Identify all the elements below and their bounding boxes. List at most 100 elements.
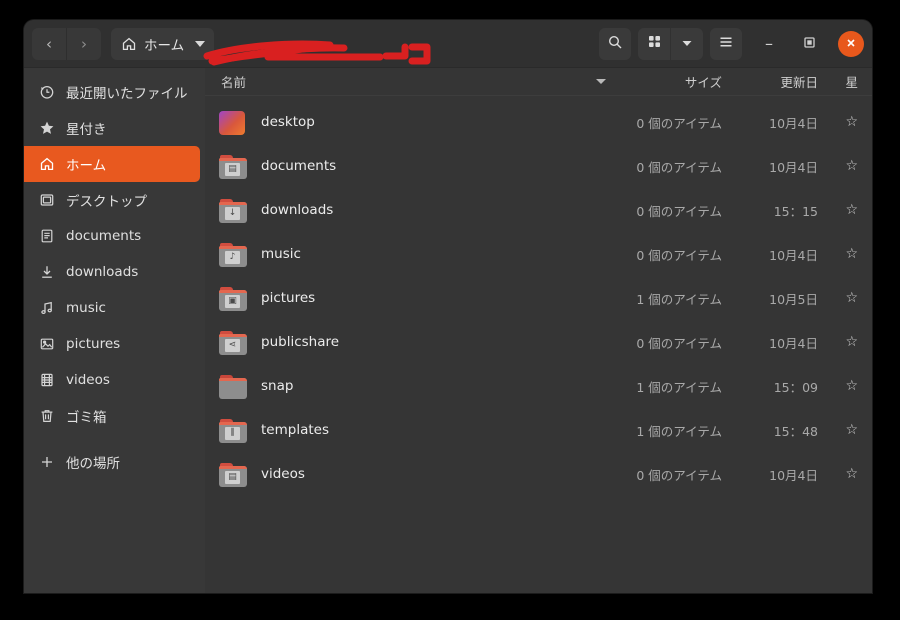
table-row[interactable]: desktop 0 個のアイテム 10月4日 ☆ [205,100,872,144]
sidebar-item-label: デスクトップ [66,194,147,210]
sidebar-item-label: pictures [66,336,121,352]
sidebar-item-other-locations[interactable]: 他の場所 [24,444,200,480]
sidebar-item-label: 他の場所 [66,456,120,472]
search-icon [607,34,623,54]
file-modified: 15：48 [773,423,818,439]
file-name: pictures [261,290,316,306]
grid-view-button[interactable] [638,27,671,60]
column-header-name[interactable]: 名前 [221,72,620,91]
gradient-folder-icon [219,108,247,136]
column-header-name-label: 名前 [221,75,247,90]
sidebar-item-recent[interactable]: 最近開いたファイル [24,74,200,110]
table-row[interactable]: ▣ pictures 1 個のアイテム 10月5日 ☆ [205,276,872,320]
maximize-icon [803,34,816,53]
sidebar-item-starred[interactable]: 星付き [24,110,200,146]
table-row[interactable]: ▤ videos 0 個のアイテム 10月4日 ☆ [205,452,872,496]
sidebar-item-label: ホーム [66,158,107,174]
table-row[interactable]: ↓ downloads 0 個のアイテム 15：15 ☆ [205,188,872,232]
path-label: ホーム [144,37,185,54]
column-header-modified[interactable]: 更新日 [722,72,818,91]
file-name: music [261,246,301,262]
sidebar: 最近開いたファイル 星付き ホーム デスクトップ documents downl… [24,68,205,593]
file-size: 0 個のアイテム [636,115,722,131]
view-options-dropdown-button[interactable] [671,27,703,60]
sidebar-item-trash[interactable]: ゴミ箱 [24,398,200,434]
back-button[interactable]: ‹ [32,27,67,60]
table-row[interactable]: ♪ music 0 個のアイテム 10月4日 ☆ [205,232,872,276]
chevron-down-icon [681,34,693,53]
file-modified: 10月4日 [769,335,818,351]
file-modified: 10月4日 [769,159,818,175]
forward-button[interactable]: › [67,27,101,60]
sidebar-item-label: documents [66,228,142,244]
file-name: downloads [261,202,334,218]
chevron-down-icon [195,40,206,47]
file-modified: 10月4日 [769,115,818,131]
table-row[interactable]: ▤ documents 0 個のアイテム 10月4日 ☆ [205,144,872,188]
folder-music-icon: ♪ [219,240,247,268]
folder-share-icon: ⋖ [219,328,247,356]
file-modified: 10月4日 [769,467,818,483]
folder-videos-icon: ▤ [219,460,247,488]
sidebar-item-label: 最近開いたファイル [66,86,188,102]
header-bar: ‹ › ホーム – [24,20,872,68]
sidebar-item-videos[interactable]: videos [24,362,200,398]
file-rows: desktop 0 個のアイテム 10月4日 ☆ ▤ documents 0 個… [205,96,872,496]
sidebar-item-downloads[interactable]: downloads [24,254,200,290]
sidebar-item-label: videos [66,372,110,388]
star-toggle-icon[interactable]: ☆ [818,114,858,130]
star-toggle-icon[interactable]: ☆ [818,246,858,262]
file-size: 0 個のアイテム [636,335,722,351]
sidebar-item-home[interactable]: ホーム [24,146,200,182]
star-toggle-icon[interactable]: ☆ [818,202,858,218]
music-note-icon [38,300,55,317]
sidebar-item-desktop[interactable]: デスクトップ [24,182,200,218]
file-size: 1 個のアイテム [636,423,722,439]
sidebar-item-music[interactable]: music [24,290,200,326]
grid-view-icon [647,34,662,53]
file-size: 1 個のアイテム [636,379,722,395]
file-list-pane: 名前 サイズ 更新日 星 desktop 0 個のアイテム 10月4日 ☆ ▤ … [205,68,872,593]
star-toggle-icon[interactable]: ☆ [818,158,858,174]
file-modified: 10月4日 [769,247,818,263]
download-icon [38,264,55,281]
star-toggle-icon[interactable]: ☆ [818,290,858,306]
home-icon [38,156,55,173]
picture-icon [38,336,55,353]
file-name: desktop [261,114,315,130]
document-icon [38,228,55,245]
maximize-button[interactable] [796,31,822,57]
forward-icon: › [81,34,87,53]
file-name: publicshare [261,334,340,350]
column-header-star[interactable]: 星 [818,72,858,91]
star-toggle-icon[interactable]: ☆ [818,378,858,394]
star-icon [38,120,55,137]
file-name: documents [261,158,337,174]
close-icon [845,34,857,53]
folder-documents-icon: ▤ [219,152,247,180]
minimize-button[interactable]: – [756,31,782,57]
folder-plain-icon [219,372,247,400]
file-name: snap [261,378,294,394]
column-headers: 名前 サイズ 更新日 星 [205,68,872,96]
path-breadcrumb-button[interactable]: ホーム [111,27,215,60]
table-row[interactable]: snap 1 個のアイテム 15：09 ☆ [205,364,872,408]
sidebar-item-label: 星付き [66,122,107,138]
table-row[interactable]: ⋖ publicshare 0 個のアイテム 10月4日 ☆ [205,320,872,364]
sidebar-item-pictures[interactable]: pictures [24,326,200,362]
sidebar-item-documents[interactable]: documents [24,218,200,254]
folder-pictures-icon: ▣ [219,284,247,312]
sidebar-item-label: downloads [66,264,139,280]
column-header-size[interactable]: サイズ [620,72,722,91]
close-button[interactable] [838,30,864,57]
star-toggle-icon[interactable]: ☆ [818,422,858,438]
main-menu-button[interactable] [710,27,742,60]
table-row[interactable]: ⫼ templates 1 個のアイテム 15：48 ☆ [205,408,872,452]
sidebar-item-label: music [66,300,106,316]
star-toggle-icon[interactable]: ☆ [818,334,858,350]
folder-downloads-icon: ↓ [219,196,247,224]
screen: ‹ › ホーム – 最近開いたファイル 星付き ホーム デスクトップ docum… [0,0,900,620]
file-size: 0 個のアイテム [636,247,722,263]
star-toggle-icon[interactable]: ☆ [818,466,858,482]
search-button[interactable] [599,27,631,60]
